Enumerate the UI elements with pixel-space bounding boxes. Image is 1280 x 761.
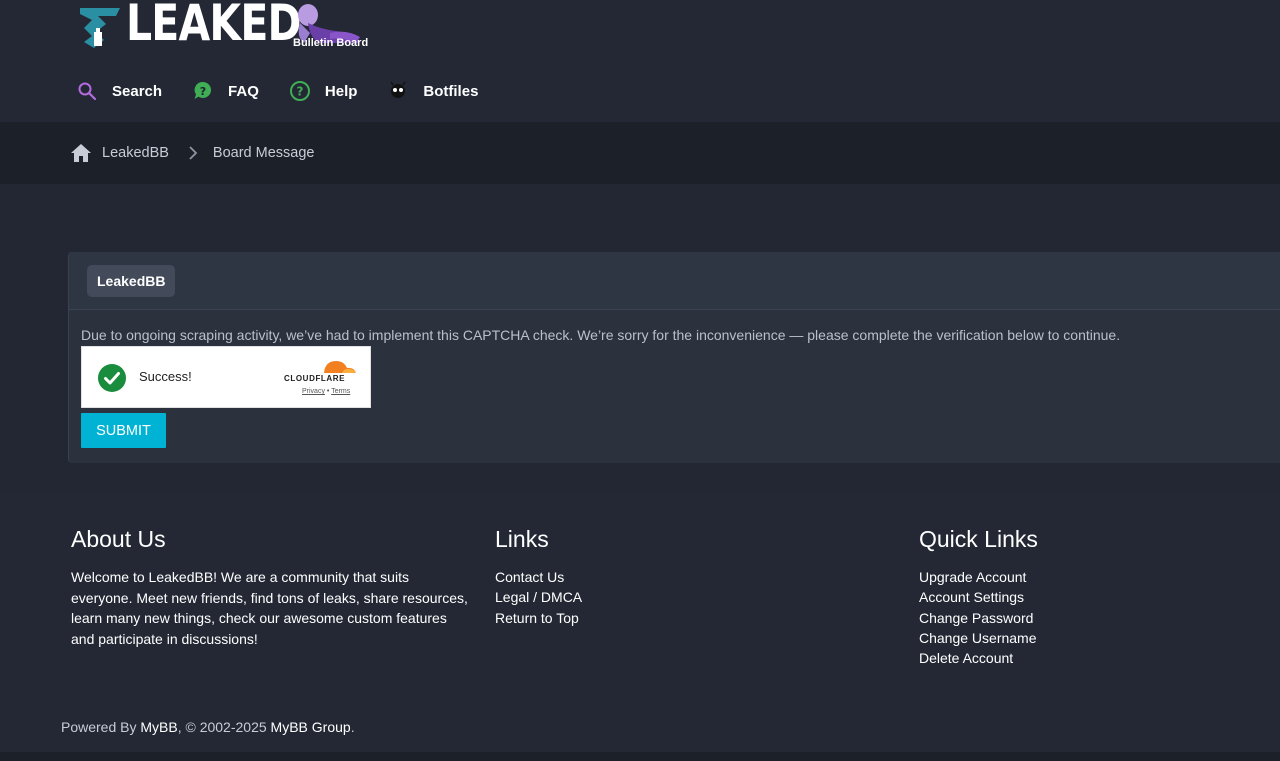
breadcrumb: LeakedBB Board Message — [70, 142, 314, 164]
captcha-terms-link[interactable]: Terms — [331, 388, 350, 395]
powered-by: Powered By MyBB, © 2002-2025 MyBB Group. — [61, 719, 355, 735]
nav-faq-label: FAQ — [228, 82, 259, 100]
footer-link-password[interactable]: Change Password — [919, 608, 1038, 628]
nav-help[interactable]: ? Help — [289, 80, 358, 102]
cloudflare-brand: CLOUDFLARE — [284, 374, 346, 383]
chevron-right-icon — [189, 146, 198, 160]
main-nav: Search ? FAQ ? Help Botfiles — [76, 78, 508, 104]
captcha-message: Due to ongoing scraping activity, we’ve … — [81, 327, 1121, 343]
nav-faq[interactable]: ? FAQ — [192, 80, 259, 102]
panel-title: LeakedBB — [87, 265, 176, 297]
footer-link-delete[interactable]: Delete Account — [919, 648, 1038, 668]
nav-botfiles-label: Botfiles — [423, 82, 479, 100]
nav-botfiles[interactable]: Botfiles — [387, 80, 478, 102]
captcha-widget[interactable]: Success! CLOUDFLARE Privacy • Terms — [81, 346, 371, 408]
svg-text:?: ? — [296, 85, 303, 99]
logo-text: LEAKED — [126, 0, 302, 52]
nav-help-label: Help — [324, 82, 358, 100]
captcha-privacy-link[interactable]: Privacy — [302, 388, 325, 395]
board-message-panel: LeakedBB Due to ongoing scraping activit… — [68, 252, 1280, 463]
footer-quick-links: Quick Links Upgrade Account Account Sett… — [919, 526, 1038, 668]
nav-search[interactable]: Search — [76, 80, 162, 102]
footer-link-contact[interactable]: Contact Us — [495, 567, 582, 587]
bottom-strip — [0, 752, 1280, 761]
footer-quick-title: Quick Links — [919, 526, 1038, 552]
footer-link-legal[interactable]: Legal / DMCA — [495, 587, 582, 607]
site-footer: About Us Welcome to LeakedBB! We are a c… — [0, 492, 1280, 752]
logo-subtitle: Bulletin Board — [293, 37, 369, 49]
mybb-link[interactable]: MyBB — [140, 719, 177, 735]
home-icon[interactable] — [70, 143, 92, 163]
svg-text:?: ? — [200, 85, 206, 98]
footer-links-title: Links — [495, 526, 549, 552]
success-check-icon — [98, 364, 126, 392]
mybb-group-link[interactable]: MyBB Group — [271, 719, 351, 735]
nav-search-label: Search — [112, 82, 163, 100]
breadcrumb-bar: LeakedBB Board Message — [0, 122, 1280, 184]
panel-header: LeakedBB — [69, 252, 1280, 310]
footer-link-username[interactable]: Change Username — [919, 628, 1038, 648]
footer-about: About Us Welcome to LeakedBB! We are a c… — [71, 526, 471, 649]
footer-link-top[interactable]: Return to Top — [495, 608, 582, 628]
faq-icon: ? — [192, 80, 214, 102]
submit-button[interactable]: SUBMIT — [81, 413, 166, 448]
powered-suffix: . — [350, 719, 355, 735]
captcha-links-separator: • — [326, 388, 330, 395]
logo-emblem-icon — [80, 8, 120, 48]
breadcrumb-home-link[interactable]: LeakedBB — [102, 145, 169, 161]
footer-link-upgrade[interactable]: Upgrade Account — [919, 567, 1038, 587]
captcha-links: Privacy • Terms — [302, 388, 350, 395]
powered-middle: , © 2002-2025 — [177, 719, 271, 735]
help-icon: ? — [289, 80, 311, 102]
site-header: LEAKED Bulletin Board Search ? FAQ ? Hel… — [0, 0, 1280, 122]
footer-about-text: Welcome to LeakedBB! We are a community … — [71, 569, 468, 647]
search-icon — [76, 80, 98, 102]
bot-icon — [387, 80, 409, 102]
footer-links: Links Contact Us Legal / DMCA Return to … — [495, 526, 582, 628]
breadcrumb-current: Board Message — [212, 145, 315, 161]
footer-about-title: About Us — [71, 526, 166, 552]
captcha-status: Success! — [139, 369, 192, 384]
footer-link-settings[interactable]: Account Settings — [919, 587, 1038, 607]
powered-prefix: Powered By — [61, 719, 141, 735]
